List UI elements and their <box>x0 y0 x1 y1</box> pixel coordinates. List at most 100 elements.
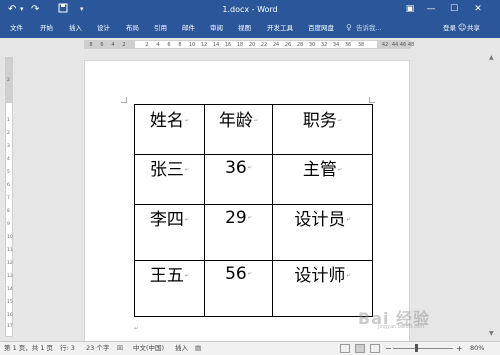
paragraph-mark: ↵ <box>134 326 139 332</box>
scroll-down-icon[interactable]: ▼ <box>489 330 494 337</box>
maximize-button[interactable]: ☐ <box>446 2 462 16</box>
tab-mailings[interactable]: 邮件 <box>182 23 195 34</box>
table-cell[interactable]: 56↵ <box>204 260 273 317</box>
insert-mode[interactable]: 插入 <box>175 342 188 355</box>
language-indicator[interactable]: 中文(中国) <box>133 342 164 355</box>
table-cell[interactable]: 36↵ <box>204 154 273 205</box>
paragraph-mark: ↵ <box>184 273 190 279</box>
cell-text: 36 <box>225 157 247 178</box>
ruler-number: 14 <box>7 287 13 292</box>
cell-text: 主管 <box>302 160 337 180</box>
tab-review[interactable]: 审阅 <box>210 23 223 34</box>
read-mode-view-button[interactable] <box>340 344 350 353</box>
login-button[interactable]: 登录 <box>443 23 456 34</box>
ruler-number: 36 <box>344 42 352 48</box>
margin-corner-mark <box>121 97 127 103</box>
tab-home[interactable]: 开始 <box>40 23 53 34</box>
zoom-in-button[interactable]: + <box>456 342 463 355</box>
proofing-icon[interactable]: ☒ <box>117 342 123 355</box>
table-row: 姓名↵ 年龄↵ 职务↵ <box>134 104 373 155</box>
cell-text: 设计师 <box>294 266 346 286</box>
minimize-button[interactable]: — <box>423 2 439 16</box>
tab-baidu-netdisk[interactable]: 百度网盘 <box>308 23 334 34</box>
ruler-number: 42 <box>381 42 389 48</box>
ruler-number: 3 <box>7 144 10 149</box>
ruler-number: 4 <box>111 42 115 48</box>
ruler-number: 48 <box>407 42 415 48</box>
zoom-level[interactable]: 80% <box>470 342 484 355</box>
ruler-number: 13 <box>7 274 13 279</box>
ruler-number: 2 <box>145 42 149 48</box>
vertical-ruler[interactable]: 2 1 2 3 4 5 6 7 8 9 10 11 12 13 14 15 16… <box>5 57 13 337</box>
web-layout-view-button[interactable] <box>370 344 380 353</box>
ruler-number: 32 <box>320 42 328 48</box>
paragraph-mark: ↵ <box>247 164 252 171</box>
paragraph-mark: ↵ <box>346 273 351 279</box>
cell-text: 李四 <box>149 210 184 230</box>
zoom-slider-thumb[interactable] <box>414 344 418 352</box>
table-cell[interactable]: 29↵ <box>204 204 273 261</box>
tab-references[interactable]: 引用 <box>154 23 167 34</box>
tab-file[interactable]: 文件 <box>10 23 23 34</box>
ruler-number: 16 <box>224 42 232 48</box>
cell-text: 设计员 <box>294 210 346 230</box>
cell-text: 年龄 <box>218 111 253 131</box>
cell-text: 姓名 <box>149 111 184 131</box>
word-count[interactable]: 23 个字 <box>86 342 109 355</box>
ruler-number: 34 <box>332 42 340 48</box>
ruler-number: 38 <box>357 42 365 48</box>
ruler-number: 24 <box>272 42 280 48</box>
document-table[interactable]: 姓名↵ 年龄↵ 职务↵ 张三↵ 36↵ 主管↵ 李四↵ 29↵ 设计员↵ 王五↵… <box>134 104 373 317</box>
row-indicator[interactable]: 行: 3 <box>60 342 75 355</box>
ruler-number: 16 <box>7 313 13 318</box>
paragraph-mark: ↵ <box>247 270 252 277</box>
ribbon-display-options-icon[interactable]: ▣ <box>402 2 418 16</box>
scroll-up-icon[interactable]: ▲ <box>489 54 494 61</box>
cell-text: 29 <box>225 207 247 228</box>
share-icon[interactable]: ☺ <box>458 22 466 33</box>
table-cell[interactable]: 姓名↵ <box>134 104 205 155</box>
ruler-number: 10 <box>7 235 13 240</box>
tell-me-search[interactable]: 告诉我... <box>356 23 382 34</box>
zoom-out-button[interactable]: − <box>385 342 392 355</box>
table-cell[interactable]: 职务↵ <box>272 104 373 155</box>
status-bar: 第 1 页，共 1 页 行: 3 23 个字 ☒ 中文(中国) 插入 ▤ − +… <box>0 341 500 355</box>
macro-record-icon[interactable]: ▤ <box>195 342 201 355</box>
table-cell[interactable]: 主管↵ <box>272 154 373 205</box>
tab-insert[interactable]: 插入 <box>69 23 82 34</box>
share-button[interactable]: 共享 <box>467 23 480 34</box>
cell-text: 张三 <box>149 160 184 180</box>
tab-view[interactable]: 视图 <box>238 23 251 34</box>
ruler-number: 6 <box>167 42 171 48</box>
title-bar: ↶ ▾ ↷ ▾ 1.docx - Word ▣ — ☐ ✕ <box>0 0 500 19</box>
ruler-number: 20 <box>248 42 256 48</box>
table-cell[interactable]: 王五↵ <box>134 260 205 317</box>
ruler-number: 4 <box>7 157 10 162</box>
ruler-number: 2 <box>7 131 10 136</box>
table-cell[interactable]: 李四↵ <box>134 204 205 261</box>
tab-layout[interactable]: 布局 <box>126 23 139 34</box>
zoom-slider[interactable] <box>393 344 453 352</box>
ruler-number: 5 <box>7 170 10 175</box>
cell-text: 56 <box>225 263 247 284</box>
table-cell[interactable]: 设计员↵ <box>272 204 373 261</box>
ruler-number: 30 <box>308 42 316 48</box>
ruler-number: 11 <box>7 248 13 253</box>
table-cell[interactable]: 张三↵ <box>134 154 205 205</box>
tab-developer[interactable]: 开发工具 <box>267 23 293 34</box>
ruler-number: 22 <box>260 42 268 48</box>
vertical-scrollbar[interactable]: ▲ ▼ <box>486 50 500 340</box>
ruler-number: 12 <box>7 261 13 266</box>
page-indicator[interactable]: 第 1 页，共 1 页 <box>4 342 53 355</box>
horizontal-ruler[interactable]: 8 6 4 2 2 4 6 8 10 12 14 16 18 20 22 24 … <box>84 40 414 49</box>
close-button[interactable]: ✕ <box>470 2 486 16</box>
tab-design[interactable]: 设计 <box>97 23 110 34</box>
paragraph-mark: ↵ <box>184 118 190 124</box>
table-cell[interactable]: 年龄↵ <box>204 104 273 155</box>
table-row: 王五↵ 56↵ 设计师↵ <box>134 260 373 317</box>
print-layout-view-button[interactable] <box>355 344 365 353</box>
ruler-number: 44 <box>391 42 399 48</box>
ruler-number: 6 <box>100 42 104 48</box>
paragraph-mark: ↵ <box>247 214 252 221</box>
cell-text: 王五 <box>149 266 184 286</box>
